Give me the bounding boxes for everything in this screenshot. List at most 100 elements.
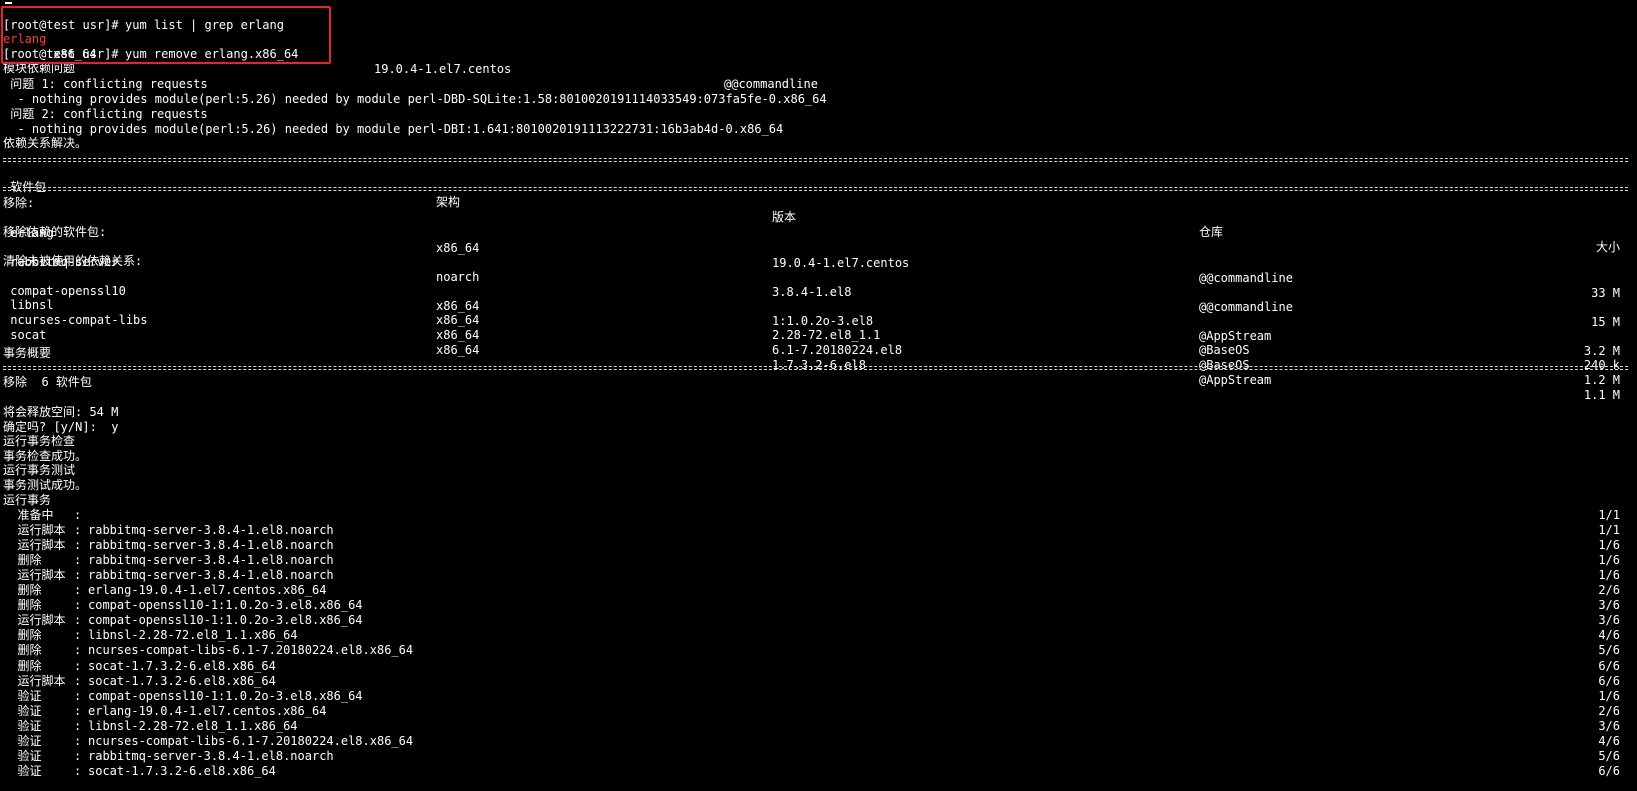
problem-1-detail: - nothing provides module(perl:5.26) nee… <box>0 92 1637 107</box>
free-space-text: 将会释放空间: 54 M <box>3 405 119 419</box>
step-package: rabbitmq-server-3.8.4-1.el8.noarch <box>88 568 334 582</box>
step-separator: : <box>74 613 82 627</box>
step-action: 运行脚本 <box>3 523 66 537</box>
problem-title-text: 问题 2: conflicting requests <box>3 107 208 121</box>
step-package: ncurses-compat-libs-6.1-7.20180224.el8.x… <box>88 643 414 657</box>
step-separator: : <box>74 583 82 597</box>
table-row: socat x86_64 1.7.3.2-6.el8 @AppStream 1.… <box>0 313 1637 402</box>
step-action: 验证 <box>3 719 71 733</box>
status-line: 运行事务测试 <box>0 463 1637 478</box>
step-separator: : <box>74 568 82 582</box>
step-package: rabbitmq-server-3.8.4-1.el8.noarch <box>88 523 334 537</box>
problem-detail-text: - nothing provides module(perl:5.26) nee… <box>3 92 827 106</box>
transaction-step-row: 运行脚本: rabbitmq-server-3.8.4-1.el8.noarch 1… <box>0 523 1637 538</box>
status-line: 事务检查成功。 <box>0 449 1637 464</box>
status-line: 运行事务 <box>0 493 1637 508</box>
step-separator: : <box>74 538 82 552</box>
step-action: 运行脚本 <box>3 568 66 582</box>
step-action: 删除 <box>3 583 71 597</box>
table-row: libnsl x86_64 2.28-72.el8_1.1 @BaseOS 24… <box>0 283 1637 372</box>
step-package: rabbitmq-server-3.8.4-1.el8.noarch <box>88 538 334 552</box>
resolved-text: 依赖关系解决。 <box>3 136 88 150</box>
step-package: rabbitmq-server-3.8.4-1.el8.noarch <box>88 553 334 567</box>
step-action: 运行脚本 <box>3 613 66 627</box>
transaction-step-row: 验证 : erlang-19.0.4-1.el7.centos.x86_64 2/6 <box>0 704 1637 719</box>
step-separator: : <box>74 764 82 778</box>
group-label: 清除未被使用的依赖关系: <box>0 254 1637 269</box>
step-action: 运行脚本 <box>3 538 66 552</box>
group-label: 移除依赖的软件包: <box>0 225 1637 240</box>
transaction-step-row: 运行脚本: rabbitmq-server-3.8.4-1.el8.noarch 1… <box>0 538 1637 553</box>
row-repo: @AppStream <box>1199 329 1272 343</box>
step-separator: : <box>74 719 82 733</box>
step-package: compat-openssl10-1:1.0.2o-3.el8.x86_64 <box>88 598 363 612</box>
summary-title: 事务概要 <box>0 346 1637 361</box>
status-text: 事务检查成功。 <box>3 449 88 463</box>
step-package: socat-1.7.3.2-6.el8.x86_64 <box>88 764 276 778</box>
free-space-line: 将会释放空间: 54 M <box>0 405 1637 420</box>
status-text: 运行事务检查 <box>3 434 76 448</box>
step-package: libnsl-2.28-72.el8_1.1.x86_64 <box>88 628 298 642</box>
status-text: 事务测试成功。 <box>3 478 88 492</box>
group-label-text: 清除未被使用的依赖关系: <box>3 254 143 268</box>
step-count: 3/6 <box>1598 613 1620 627</box>
problem-2-detail: - nothing provides module(perl:5.26) nee… <box>0 122 1637 137</box>
terminal-window[interactable]: [root@test usr]# yum list | grep erlang … <box>0 0 1637 791</box>
step-action: 验证 <box>3 689 71 703</box>
transaction-step-row: 运行脚本: rabbitmq-server-3.8.4-1.el8.noarch 1… <box>0 568 1637 583</box>
step-action: 验证 <box>3 749 71 763</box>
separator <box>3 366 1628 370</box>
summary-title-text: 事务概要 <box>3 346 52 360</box>
step-separator: : <box>74 689 82 703</box>
step-separator: : <box>74 553 82 567</box>
step-separator: : <box>74 659 82 673</box>
transaction-step-row: 删除 : erlang-19.0.4-1.el7.centos.x86_64 2/6 <box>0 583 1637 598</box>
step-separator: : <box>74 749 82 763</box>
problem-detail-text: - nothing provides module(perl:5.26) nee… <box>3 122 784 136</box>
step-count: 3/6 <box>1598 598 1620 612</box>
step-separator: : <box>74 523 82 537</box>
row-size: 1.1 M <box>1583 388 1620 402</box>
step-count: 4/6 <box>1598 734 1620 748</box>
step-action: 准备中 <box>3 508 68 522</box>
step-package: socat-1.7.3.2-6.el8.x86_64 <box>88 659 276 673</box>
highlight-box <box>1 6 331 64</box>
problem-2-title: 问题 2: conflicting requests <box>0 107 1637 122</box>
table-row: rabbitmq-server noarch 3.8.4-1.el8 @@com… <box>0 240 1637 329</box>
step-action: 运行脚本 <box>3 674 66 688</box>
step-count: 5/6 <box>1598 749 1620 763</box>
step-count: 1/6 <box>1598 689 1620 703</box>
group-label-text: 移除依赖的软件包: <box>3 225 107 239</box>
table-header: 软件包 架构 版本 仓库 大小 <box>0 165 1637 254</box>
step-action: 删除 <box>3 659 71 673</box>
step-separator: : <box>74 643 82 657</box>
step-count: 3/6 <box>1598 719 1620 733</box>
step-package: erlang-19.0.4-1.el7.centos.x86_64 <box>88 583 327 597</box>
step-separator: : <box>74 734 82 748</box>
transaction-step-row: 运行脚本: socat-1.7.3.2-6.el8.x86_64 6/6 <box>0 674 1637 689</box>
problem-title-text: 问题 1: conflicting requests <box>3 77 208 91</box>
step-package: compat-openssl10-1:1.0.2o-3.el8.x86_64 <box>88 613 363 627</box>
separator <box>3 158 1628 162</box>
step-action: 删除 <box>3 553 71 567</box>
row-package: socat <box>3 328 47 342</box>
step-count: 6/6 <box>1598 764 1620 778</box>
step-count: 1/1 <box>1598 523 1620 537</box>
table-row: erlang x86_64 19.0.4-1.el7.centos @@comm… <box>0 211 1637 300</box>
step-action: 验证 <box>3 734 71 748</box>
step-count: 2/6 <box>1598 704 1620 718</box>
transaction-step-row: 准备中 : 1/1 <box>0 508 1637 523</box>
step-count: 1/6 <box>1598 538 1620 552</box>
step-count: 6/6 <box>1598 659 1620 673</box>
status-line: 运行事务检查 <box>0 434 1637 449</box>
transaction-step-row: 验证 : rabbitmq-server-3.8.4-1.el8.noarch 5/… <box>0 749 1637 764</box>
row-version: 2.28-72.el8_1.1 <box>772 328 881 342</box>
table-row: ncurses-compat-libs x86_64 6.1-7.2018022… <box>0 298 1637 387</box>
transaction-step-row: 验证 : libnsl-2.28-72.el8_1.1.x86_64 3/6 <box>0 719 1637 734</box>
status-text: 运行事务 <box>3 493 52 507</box>
step-separator: : <box>74 598 82 612</box>
step-separator: : <box>74 508 82 522</box>
separator <box>3 187 1628 191</box>
step-package: libnsl-2.28-72.el8_1.1.x86_64 <box>88 719 298 733</box>
table-row: compat-openssl10 x86_64 1:1.0.2o-3.el8 @… <box>0 269 1637 358</box>
